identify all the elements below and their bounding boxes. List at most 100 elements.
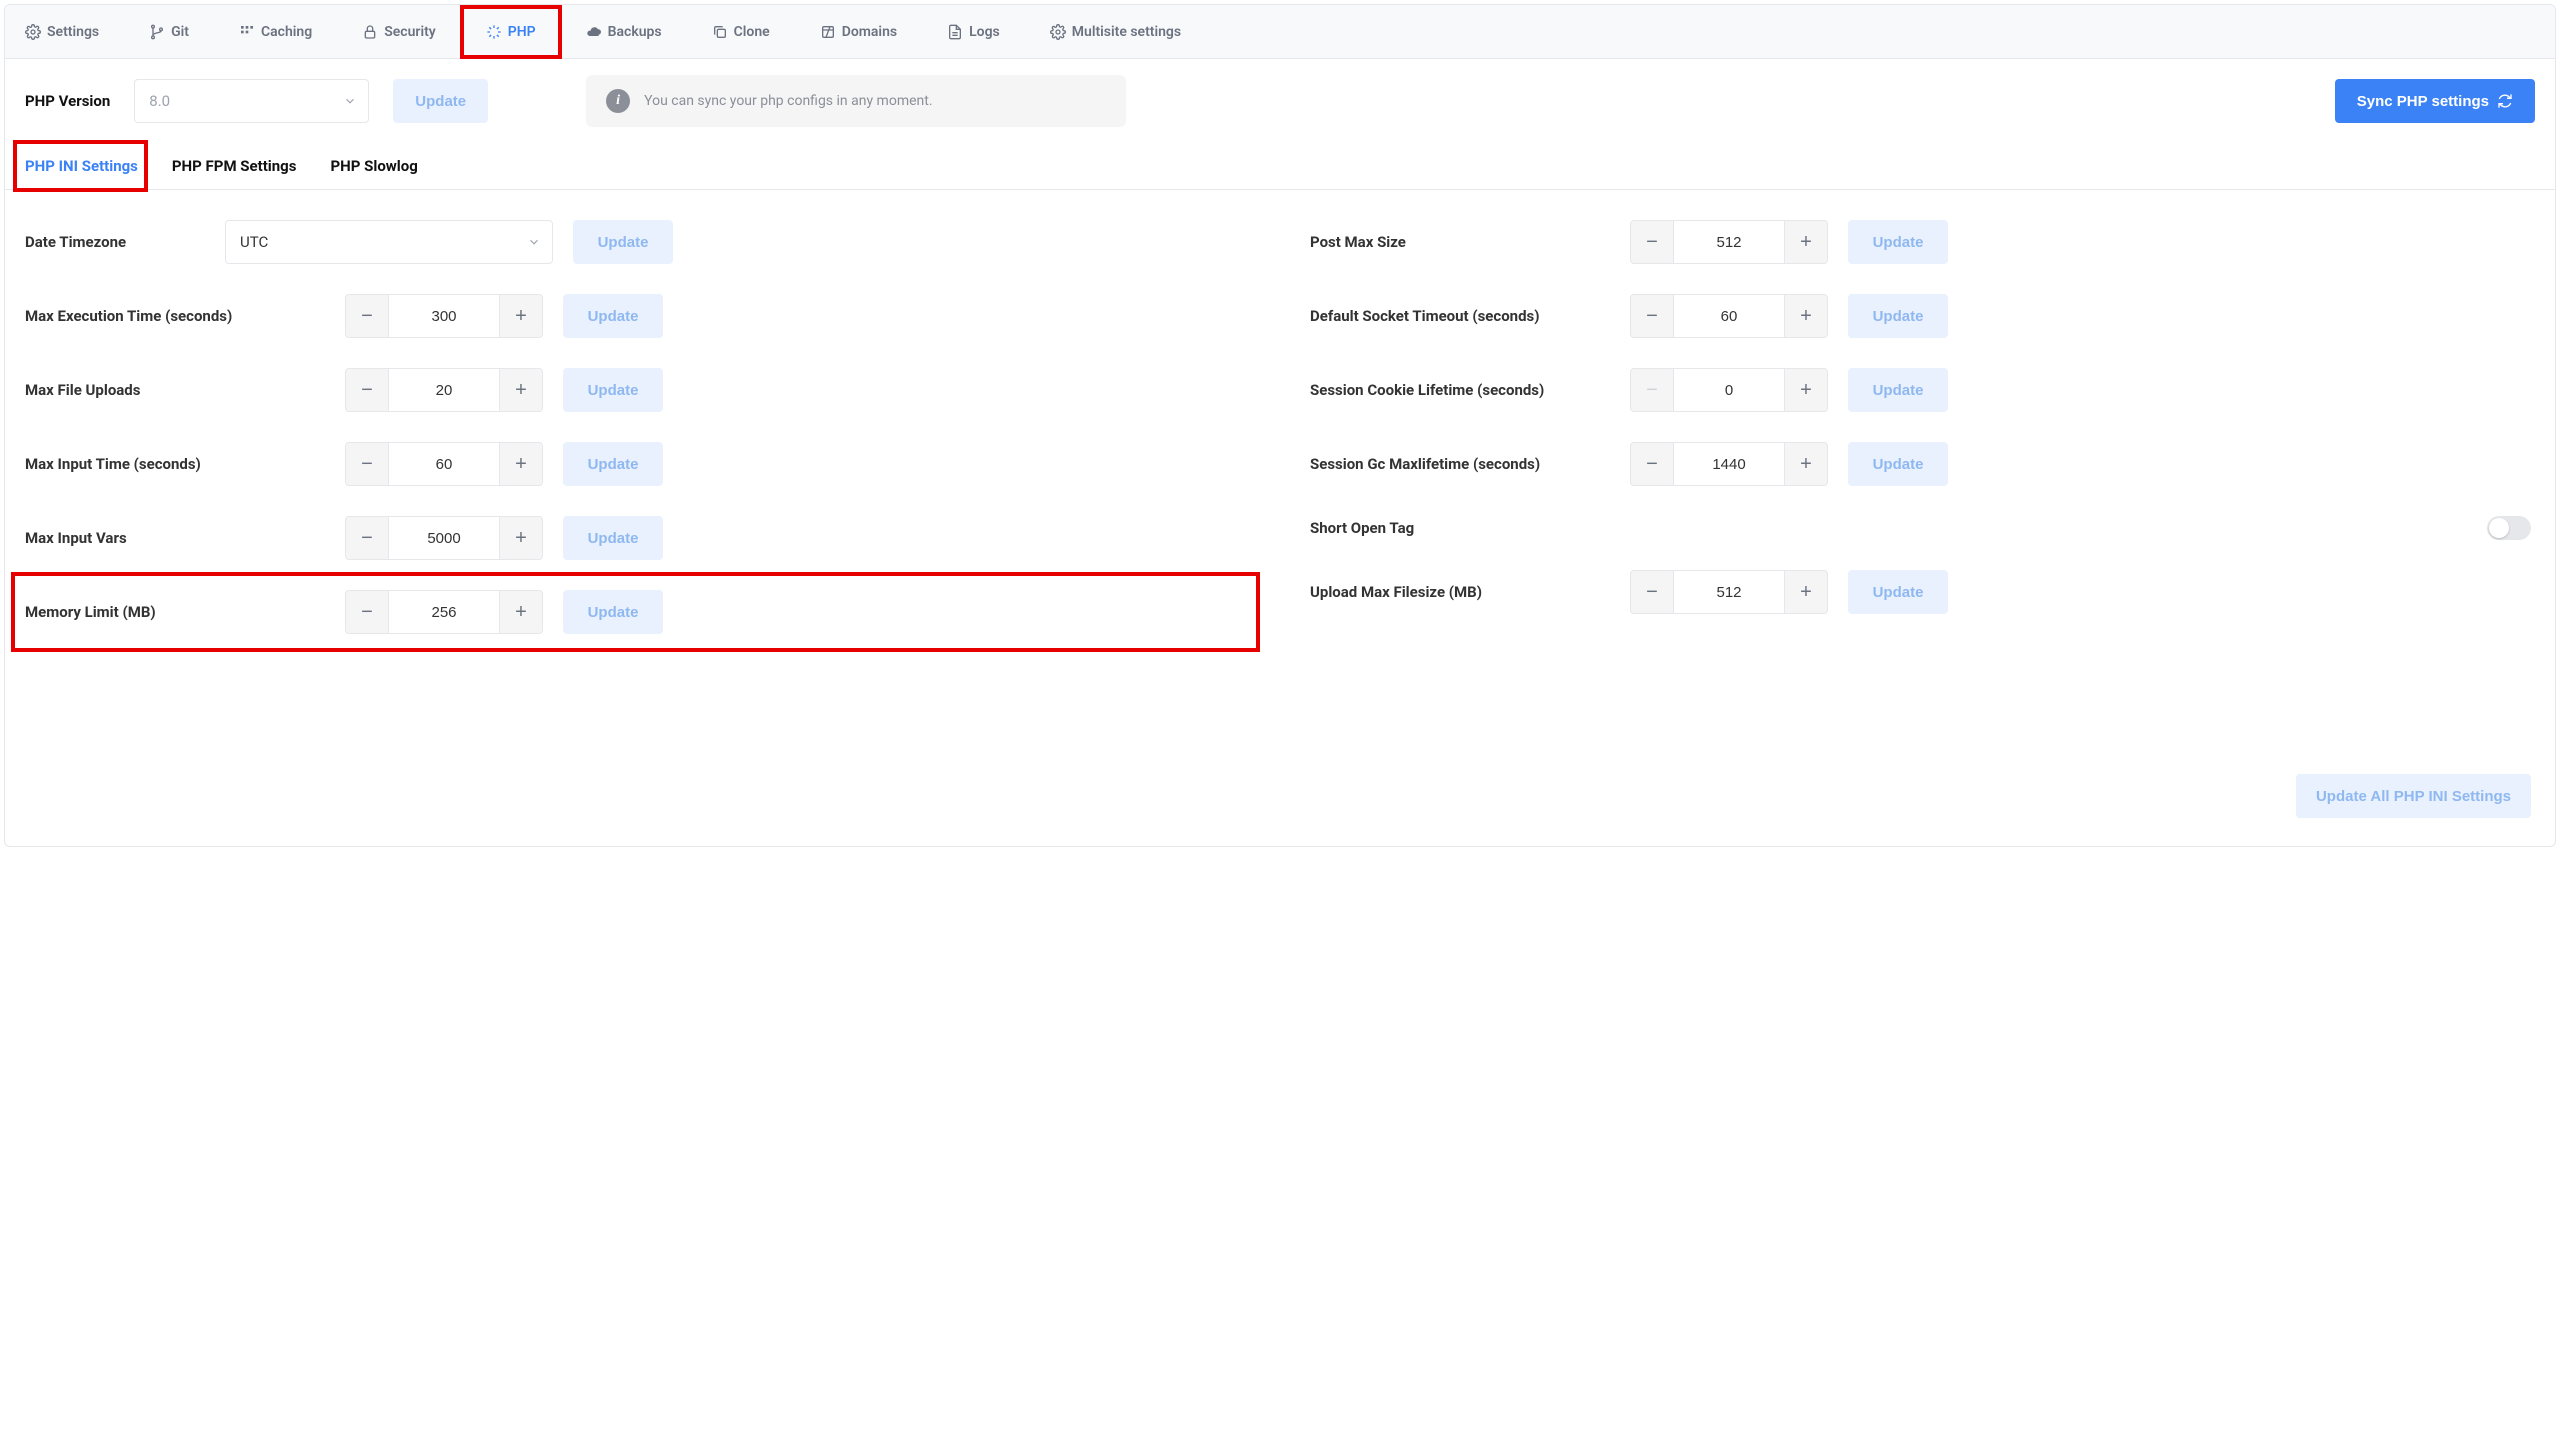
row-short-open-tag: Short Open Tag [1310,516,2535,540]
tab-backups-label: Backups [608,24,662,40]
row-max-exec: Max Execution Time (seconds) − + Update [25,294,1250,338]
row-upload-max-filesize: Upload Max Filesize (MB) − + Update [1310,570,2535,614]
logs-icon [947,24,963,40]
tab-clone[interactable]: Clone [702,8,780,56]
tab-security[interactable]: Security [352,8,446,56]
post-max-size-input[interactable] [1674,220,1784,264]
update-sess-gc-maxlifetime-button[interactable]: Update [1848,442,1948,486]
row-sess-gc-maxlifetime: Session Gc Maxlifetime (seconds) − + Upd… [1310,442,2535,486]
tab-logs-label: Logs [969,24,1000,40]
minus-button[interactable]: − [345,442,389,486]
tab-logs[interactable]: Logs [937,8,1010,56]
update-def-socket-timeout-button[interactable]: Update [1848,294,1948,338]
update-sess-cookie-lifetime-button[interactable]: Update [1848,368,1948,412]
memory-limit-input[interactable] [389,590,499,634]
tab-domains-label: Domains [842,24,897,40]
row-date-timezone: Date Timezone UTC Update [25,220,1250,264]
subtab-slowlog-label: PHP Slowlog [330,157,417,175]
sess-gc-maxlifetime-input[interactable] [1674,442,1784,486]
max-file-uploads-input[interactable] [389,368,499,412]
sub-tabs: PHP INI Settings PHP FPM Settings PHP Sl… [5,143,2555,190]
tab-php-label: PHP [508,24,536,40]
minus-button[interactable]: − [1630,294,1674,338]
plus-button[interactable]: + [499,516,543,560]
def-socket-timeout-input[interactable] [1674,294,1784,338]
update-all-button[interactable]: Update All PHP INI Settings [2296,774,2531,818]
minus-button[interactable]: − [1630,570,1674,614]
sync-icon [2497,93,2513,109]
update-max-input-time-button[interactable]: Update [563,442,663,486]
plus-button[interactable]: + [1784,368,1828,412]
label-max-exec: Max Execution Time (seconds) [25,307,325,325]
tab-caching-label: Caching [261,24,312,40]
tab-caching[interactable]: Caching [229,8,322,56]
plus-button[interactable]: + [1784,294,1828,338]
plus-button[interactable]: + [1784,442,1828,486]
tab-settings[interactable]: Settings [15,8,109,56]
plus-button[interactable]: + [499,368,543,412]
row-memory-limit: Memory Limit (MB) − + Update [25,590,1250,634]
update-max-exec-button[interactable]: Update [563,294,663,338]
subtab-fpm[interactable]: PHP FPM Settings [172,143,297,189]
tab-settings-label: Settings [47,24,99,40]
update-max-file-uploads-button[interactable]: Update [563,368,663,412]
minus-button[interactable]: − [345,294,389,338]
php-version-select[interactable]: 8.0 [134,79,369,123]
update-upload-max-filesize-button[interactable]: Update [1848,570,1948,614]
cloud-icon [586,24,602,40]
lock-icon [362,24,378,40]
info-icon: i [606,89,630,113]
sess-gc-maxlifetime-stepper: − + [1630,442,1828,486]
settings-area: Date Timezone UTC Update Max Execution T… [5,190,2555,654]
def-socket-timeout-stepper: − + [1630,294,1828,338]
tab-git[interactable]: Git [139,8,199,56]
php-version-update-button[interactable]: Update [393,79,488,123]
row-def-socket-timeout: Default Socket Timeout (seconds) − + Upd… [1310,294,2535,338]
short-open-tag-toggle[interactable] [2487,516,2531,540]
tab-php[interactable]: PHP [476,8,546,56]
label-upload-max-filesize: Upload Max Filesize (MB) [1310,583,1610,601]
upload-max-filesize-input[interactable] [1674,570,1784,614]
tab-clone-label: Clone [734,24,770,40]
subtab-ini[interactable]: PHP INI Settings [25,143,138,189]
minus-button[interactable]: − [1630,368,1674,412]
minus-button[interactable]: − [345,368,389,412]
php-icon [486,24,502,40]
max-input-vars-input[interactable] [389,516,499,560]
update-max-input-vars-button[interactable]: Update [563,516,663,560]
sess-cookie-lifetime-input[interactable] [1674,368,1784,412]
minus-button[interactable]: − [1630,220,1674,264]
post-max-size-stepper: − + [1630,220,1828,264]
domains-icon [820,24,836,40]
plus-button[interactable]: + [499,590,543,634]
update-date-timezone-button[interactable]: Update [573,220,673,264]
max-file-uploads-stepper: − + [345,368,543,412]
tab-security-label: Security [384,24,436,40]
tab-domains[interactable]: Domains [810,8,907,56]
max-exec-input[interactable] [389,294,499,338]
max-input-time-input[interactable] [389,442,499,486]
label-max-file-uploads: Max File Uploads [25,381,325,399]
git-branch-icon [149,24,165,40]
settings-col-right: Post Max Size − + Update Default Socket … [1310,220,2535,634]
label-max-input-time: Max Input Time (seconds) [25,455,325,473]
date-timezone-select[interactable]: UTC [225,220,553,264]
plus-button[interactable]: + [499,442,543,486]
php-version-row: PHP Version 8.0 Update i You can sync yo… [5,59,2555,143]
sync-php-button[interactable]: Sync PHP settings [2335,79,2535,123]
update-memory-limit-button[interactable]: Update [563,590,663,634]
php-version-value: 8.0 [149,92,170,110]
plus-button[interactable]: + [1784,570,1828,614]
plus-button[interactable]: + [499,294,543,338]
top-tabs: Settings Git Caching Security PHP [5,5,2555,59]
minus-button[interactable]: − [1630,442,1674,486]
minus-button[interactable]: − [345,590,389,634]
tab-multisite[interactable]: Multisite settings [1040,8,1191,56]
minus-button[interactable]: − [345,516,389,560]
plus-button[interactable]: + [1784,220,1828,264]
update-post-max-size-button[interactable]: Update [1848,220,1948,264]
max-input-vars-stepper: − + [345,516,543,560]
subtab-slowlog[interactable]: PHP Slowlog [330,143,417,189]
upload-max-filesize-stepper: − + [1630,570,1828,614]
tab-backups[interactable]: Backups [576,8,672,56]
